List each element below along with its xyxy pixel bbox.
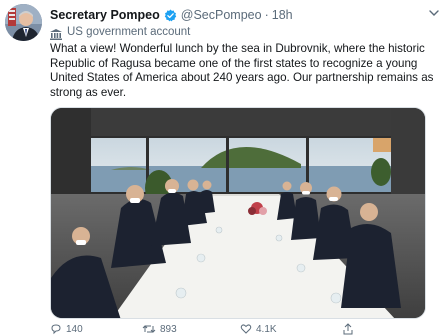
tweet-text: What a view! Wonderful lunch by the sea … <box>50 42 434 99</box>
government-label-text: US government account <box>67 26 191 38</box>
reply-count: 140 <box>66 323 83 335</box>
heart-icon <box>240 324 252 334</box>
timestamp[interactable]: 18h <box>272 8 293 22</box>
author-display-name[interactable]: Secretary Pompeo <box>50 8 160 22</box>
separator-dot: · <box>264 8 269 22</box>
like-button[interactable]: 4.1K <box>240 323 277 335</box>
retweet-button[interactable]: 893 <box>142 323 177 335</box>
tweet-actions: 140 893 4.1K <box>50 323 426 335</box>
reply-icon <box>51 324 61 335</box>
share-button[interactable] <box>342 323 358 335</box>
tweet-photo[interactable] <box>50 107 426 319</box>
government-building-icon <box>50 27 62 40</box>
author-handle[interactable]: @SecPompeo <box>181 8 262 22</box>
government-account-label[interactable]: US government account <box>50 25 191 40</box>
chevron-down-icon[interactable] <box>427 6 441 20</box>
share-icon <box>343 323 353 335</box>
retweet-count: 893 <box>160 323 177 335</box>
reply-button[interactable]: 140 <box>50 323 83 335</box>
verified-badge-icon <box>164 9 177 22</box>
like-count: 4.1K <box>256 323 277 335</box>
tweet-header: Secretary Pompeo @SecPompeo · 18h <box>50 7 293 23</box>
avatar[interactable] <box>5 4 42 41</box>
tweet: Secretary Pompeo @SecPompeo · 18h US gov… <box>0 0 447 335</box>
retweet-icon <box>142 325 156 333</box>
